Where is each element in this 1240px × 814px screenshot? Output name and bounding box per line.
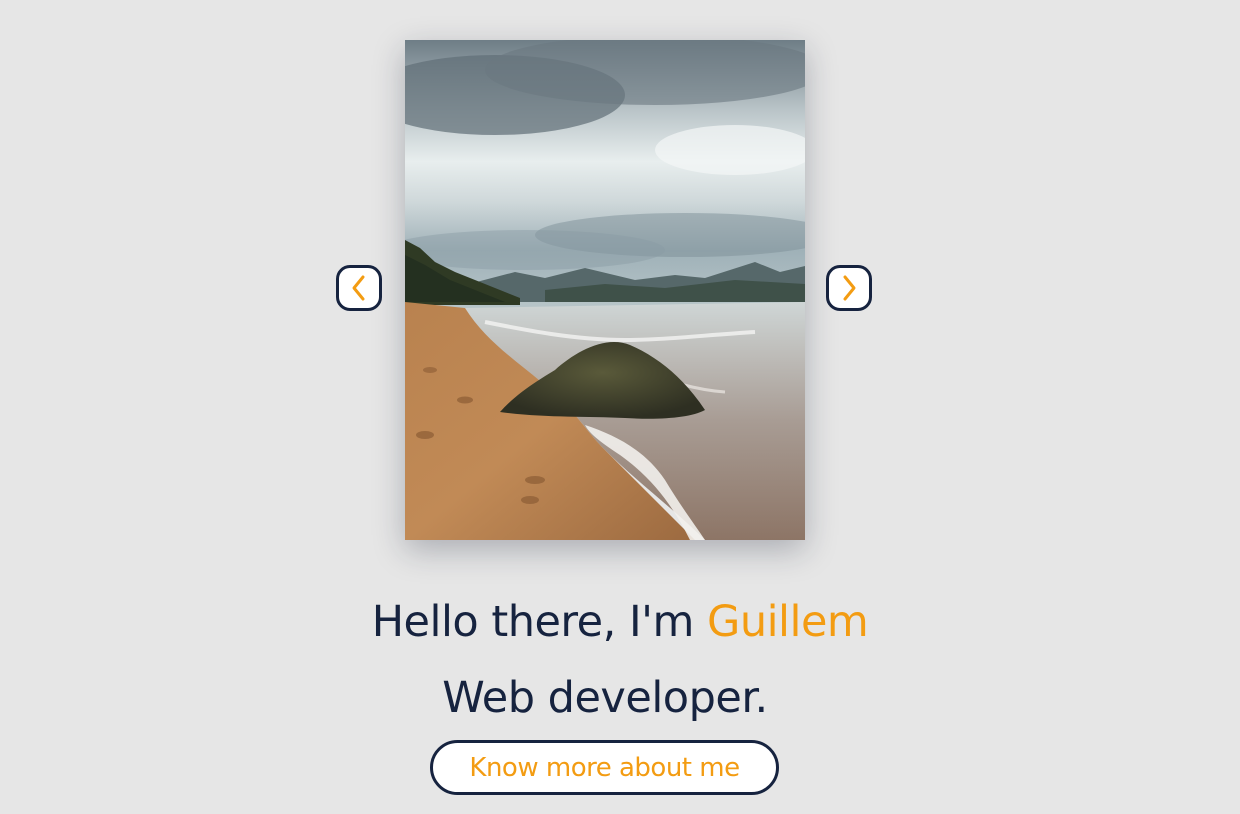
greeting-heading: Hello there, I'm Guillem xyxy=(0,594,1240,650)
carousel-next-button[interactable] xyxy=(826,265,872,311)
greeting-prefix: Hello there, I'm xyxy=(371,597,695,647)
carousel-prev-button[interactable] xyxy=(336,265,382,311)
name-highlight: Guillem xyxy=(707,597,869,647)
chevron-right-icon xyxy=(843,275,856,301)
know-more-button[interactable]: Know more about me xyxy=(430,740,779,795)
hero-section: Hello there, I'm Guillem Web developer. … xyxy=(0,0,1240,814)
beach-photo xyxy=(405,40,805,540)
role-subheading: Web developer. xyxy=(442,673,768,723)
carousel-image xyxy=(405,40,805,540)
chevron-left-icon xyxy=(352,275,365,301)
